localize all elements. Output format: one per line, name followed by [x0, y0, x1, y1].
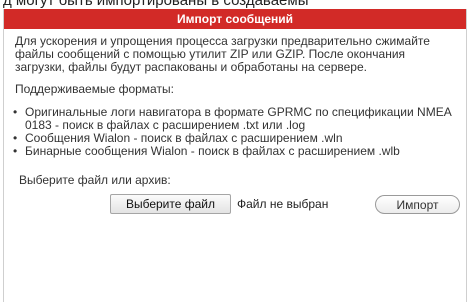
import-button[interactable]: Импорт: [375, 195, 460, 214]
list-item: • Оригинальные логи навигатора в формате…: [11, 106, 455, 132]
formats-list: • Оригинальные логи навигатора в формате…: [11, 106, 455, 158]
import-messages-dialog: Импорт сообщений Для ускорения и упрощен…: [3, 9, 467, 302]
choose-file-label: Выберите файл или архив:: [19, 173, 171, 187]
dialog-body: Для ускорения и упрощения процесса загру…: [4, 29, 466, 214]
background-page-text: д могут быть импортированы в создаваемы: [3, 0, 309, 9]
dialog-description: Для ускорения и упрощения процесса загру…: [15, 34, 430, 74]
bullet-icon: •: [13, 105, 18, 119]
format-text: Оригинальные логи навигатора в формате G…: [25, 105, 452, 132]
bullet-icon: •: [13, 144, 18, 158]
formats-title: Поддерживаемые форматы:: [15, 82, 174, 96]
dialog-title: Импорт сообщений: [4, 9, 466, 29]
file-status-text: Файл не выбран: [237, 197, 329, 211]
choose-file-button[interactable]: Выберите файл: [110, 194, 231, 214]
file-input-row: Выберите файл Файл не выбран Импорт: [15, 194, 460, 214]
format-text: Сообщения Wialon - поиск в файлах с расш…: [25, 131, 343, 145]
list-item: • Бинарные сообщения Wialon - поиск в фа…: [11, 145, 455, 158]
format-text: Бинарные сообщения Wialon - поиск в файл…: [25, 144, 400, 158]
